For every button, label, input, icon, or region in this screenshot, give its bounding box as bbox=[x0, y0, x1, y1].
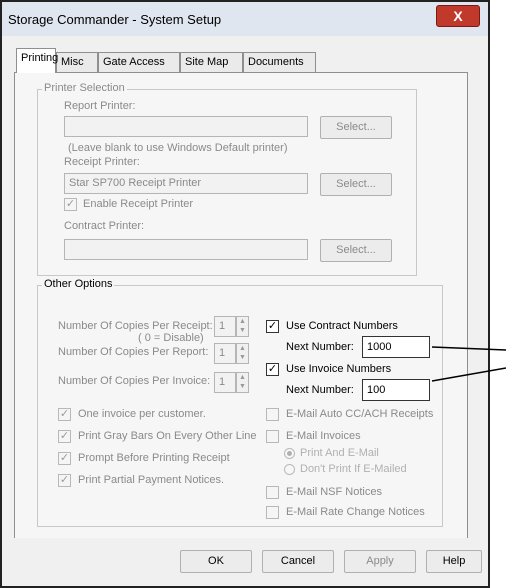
tab-printing[interactable]: Printing bbox=[16, 48, 58, 73]
annotation-callout bbox=[431, 346, 506, 382]
